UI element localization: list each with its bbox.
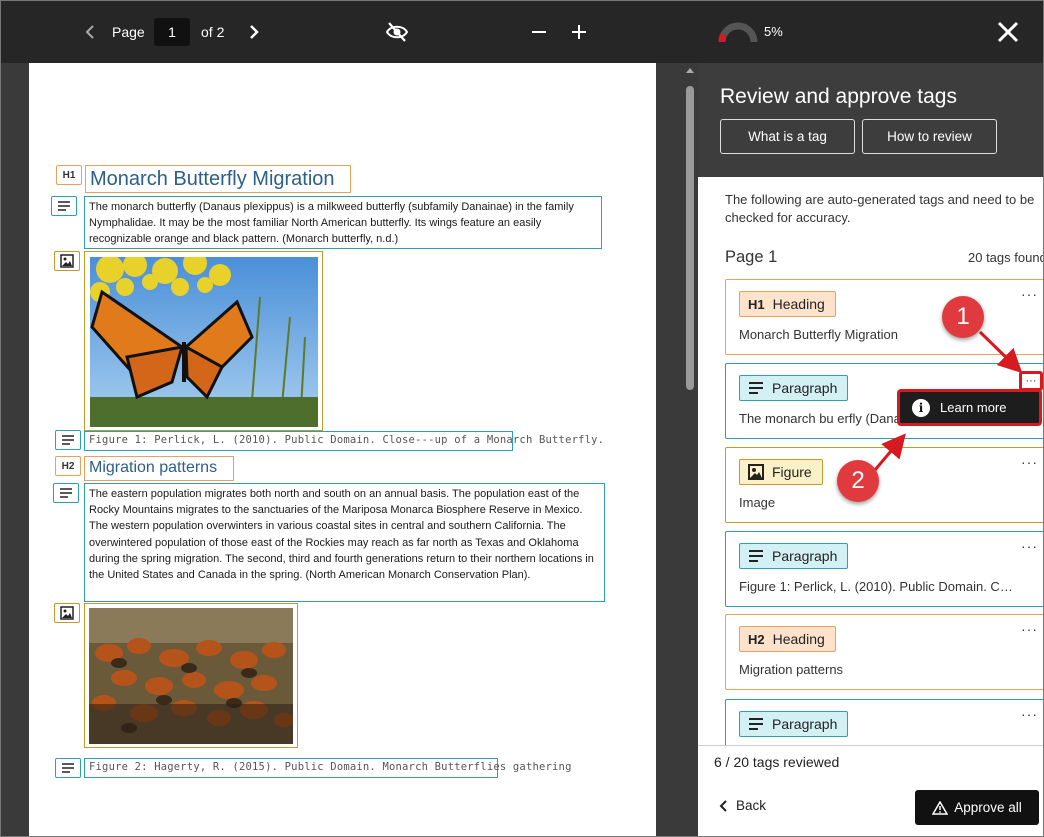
annotation-arrows bbox=[873, 330, 1023, 471]
callout-1: 1 bbox=[942, 296, 984, 338]
callout-2: 2 bbox=[837, 460, 879, 502]
arrow-to-learn-more bbox=[873, 433, 906, 471]
arrow-to-more-button bbox=[978, 330, 1023, 374]
